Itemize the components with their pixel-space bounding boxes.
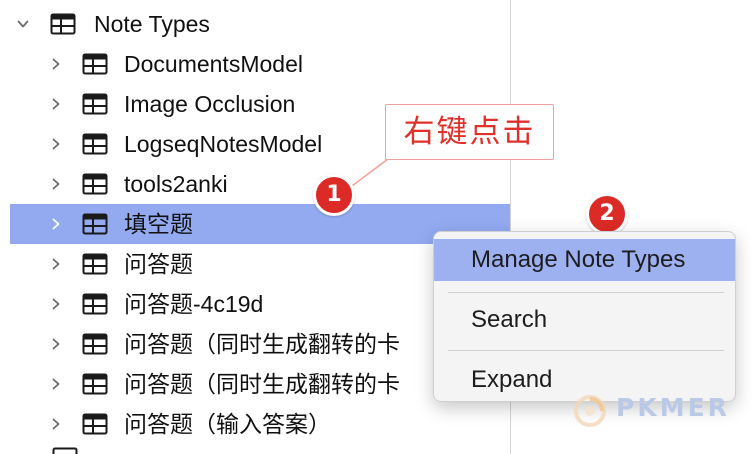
tree-row-label: 问答题-4c19d bbox=[124, 291, 264, 317]
tree-row-label: LogseqNotesModel bbox=[124, 131, 323, 157]
watermark-text: PKMER bbox=[616, 393, 730, 422]
context-menu: Manage Note Types Search Expand bbox=[433, 231, 736, 402]
tree-row-label: 问答题（同时生成翻转的卡 bbox=[124, 371, 400, 397]
table-icon bbox=[82, 333, 108, 355]
tree-row-label: 填空题 bbox=[124, 211, 193, 237]
chevron-right-icon[interactable] bbox=[50, 164, 62, 204]
step-badge-2: 2 bbox=[586, 193, 628, 235]
tree-row-label: 问答题（输入答案） bbox=[124, 411, 331, 437]
tree-row-note-types[interactable]: Note Types bbox=[10, 4, 510, 44]
menu-separator bbox=[448, 292, 724, 293]
tree-row-label: Image Occlusion bbox=[124, 91, 296, 117]
table-icon bbox=[82, 93, 108, 115]
table-icon bbox=[52, 447, 78, 454]
chevron-right-icon[interactable] bbox=[50, 84, 62, 124]
menu-separator bbox=[448, 350, 724, 351]
table-icon bbox=[82, 253, 108, 275]
tree-row-basic-type-answer[interactable]: 问答题（输入答案） bbox=[10, 404, 510, 444]
chevron-right-icon[interactable] bbox=[50, 124, 62, 164]
pkmer-watermark: PKMER bbox=[570, 391, 750, 431]
table-icon bbox=[82, 133, 108, 155]
annotation-callout: 右键点击 bbox=[385, 104, 554, 160]
menu-item-manage-note-types[interactable]: Manage Note Types bbox=[434, 239, 735, 281]
table-icon bbox=[82, 373, 108, 395]
tree-row-label: Note Types bbox=[94, 11, 210, 37]
chevron-right-icon[interactable] bbox=[50, 284, 62, 324]
tree-row-tools2anki[interactable]: tools2anki bbox=[10, 164, 510, 204]
chevron-right-icon[interactable] bbox=[50, 364, 62, 404]
chevron-down-icon[interactable] bbox=[17, 4, 29, 44]
step-badge-1: 1 bbox=[313, 174, 355, 216]
table-icon bbox=[82, 413, 108, 435]
menu-item-search[interactable]: Search bbox=[434, 299, 735, 341]
pkmer-logo-icon bbox=[574, 395, 606, 427]
table-icon bbox=[82, 173, 108, 195]
tree-row-label: tools2anki bbox=[124, 171, 228, 197]
chevron-right-icon[interactable] bbox=[50, 404, 62, 444]
table-icon bbox=[82, 53, 108, 75]
tree-row-documentsmodel[interactable]: DocumentsModel bbox=[10, 44, 510, 84]
chevron-right-icon[interactable] bbox=[50, 204, 62, 244]
table-icon bbox=[50, 13, 76, 35]
chevron-right-icon[interactable] bbox=[50, 44, 62, 84]
table-icon bbox=[82, 293, 108, 315]
tree-row-label: 问答题 bbox=[124, 251, 193, 277]
tree-row-label: DocumentsModel bbox=[124, 51, 303, 77]
table-icon bbox=[82, 213, 108, 235]
tree-row-label: 问答题（同时生成翻转的卡 bbox=[124, 331, 400, 357]
chevron-right-icon[interactable] bbox=[50, 324, 62, 364]
chevron-right-icon[interactable] bbox=[50, 244, 62, 284]
